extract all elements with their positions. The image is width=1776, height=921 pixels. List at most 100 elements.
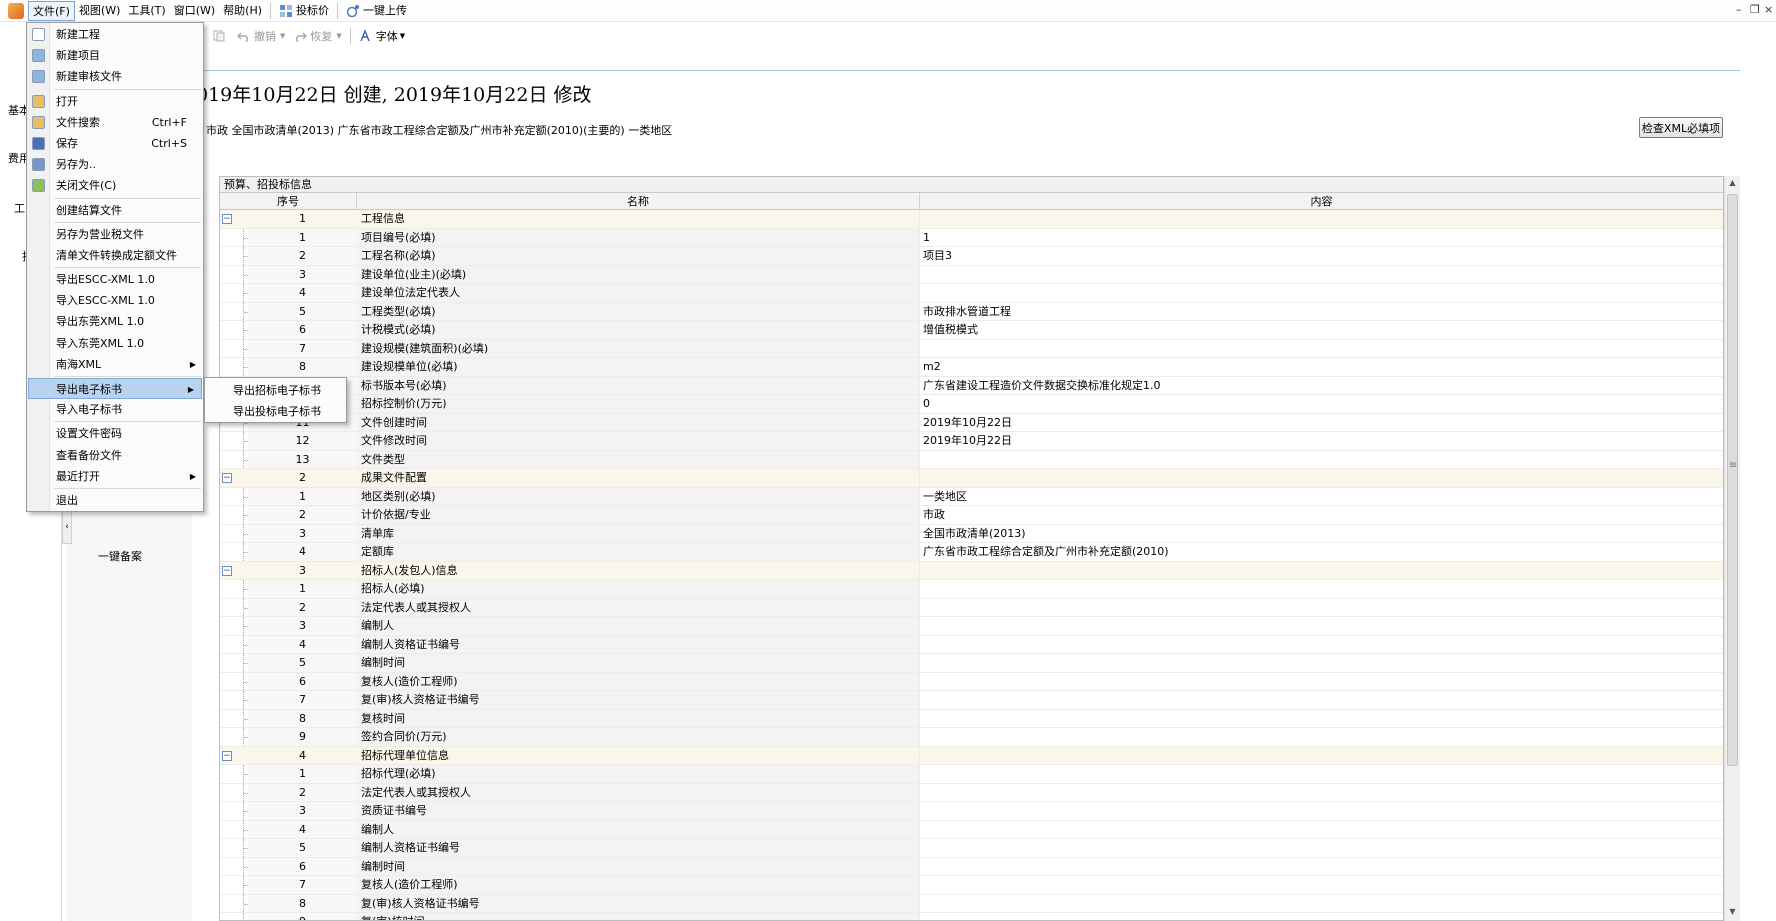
menu-item-export-bidding-bid[interactable]: 导出投标电子标书 (205, 401, 346, 422)
undo-button[interactable]: 撤销 ▼ (233, 26, 289, 46)
table-row[interactable]: 6 计税模式(必填) 增值税模式 (220, 321, 1723, 340)
menu-item[interactable]: 导入电子标书 (27, 399, 203, 420)
table-row[interactable]: 5 编制时间 (220, 654, 1723, 673)
cell-content[interactable] (920, 599, 1723, 617)
vertical-scrollbar[interactable]: ▲ ≡ ▼ (1724, 176, 1740, 921)
collapse-group-icon[interactable]: − (222, 214, 232, 224)
cell-content[interactable]: 广东省建设工程造价文件数据交换标准化规定1.0 (920, 377, 1723, 395)
table-row[interactable]: 9标书版本号(必填)广东省建设工程造价文件数据交换标准化规定1.0 (220, 376, 1723, 395)
cell-content[interactable] (920, 728, 1723, 746)
cell-content[interactable]: 一类地区 (920, 488, 1723, 506)
group-row[interactable]: − 1 工程信息 (220, 210, 1723, 229)
table-row[interactable]: 9复(审)核时间 (220, 913, 1723, 920)
menu-item[interactable]: 清单文件转换成定额文件 (27, 245, 203, 266)
table-row[interactable]: 9 签约合同价(万元) (220, 728, 1723, 747)
column-header-seq[interactable]: 序号 (220, 193, 357, 209)
cell-content[interactable] (920, 691, 1723, 709)
cell-content[interactable] (920, 784, 1723, 802)
column-header-content[interactable]: 内容 (920, 193, 1723, 209)
menu-item[interactable]: 保存 Ctrl+S (27, 133, 203, 154)
table-row[interactable]: 5 工程类型(必填) 市政排水管道工程 (220, 302, 1723, 321)
menu-file[interactable]: 文件(F) (28, 0, 75, 21)
table-row[interactable]: 2 工程名称(必填) 项目3 (220, 247, 1723, 266)
menu-help[interactable]: 帮助(H) (219, 1, 266, 21)
one-click-record-link[interactable]: 一键备案 (98, 548, 142, 564)
minimize-button[interactable]: – (1736, 3, 1742, 16)
one-click-upload-button[interactable]: 一键上传 (342, 1, 411, 21)
menu-tools[interactable]: 工具(T) (124, 1, 169, 21)
table-row[interactable]: 1 地区类别(必填) 一类地区 (220, 487, 1723, 506)
table-row[interactable]: 4 建设单位法定代表人 (220, 284, 1723, 303)
close-button[interactable]: × (1764, 3, 1773, 16)
scrollbar-thumb[interactable] (1727, 194, 1738, 766)
check-xml-required-button[interactable]: 检查XML必填项 (1639, 117, 1723, 138)
table-row[interactable]: 4 编制人 (220, 820, 1723, 839)
table-row[interactable]: 3 清单库 全国市政清单(2013) (220, 524, 1723, 543)
undo-dropdown-icon[interactable]: ▼ (280, 32, 285, 40)
table-row[interactable]: 2 法定代表人或其授权人 (220, 783, 1723, 802)
cell-content[interactable] (920, 580, 1723, 598)
table-row[interactable]: 4 编制人资格证书编号 (220, 635, 1723, 654)
group-row[interactable]: − 2 成果文件配置 (220, 469, 1723, 488)
cell-content[interactable]: 2019年10月22日 (920, 432, 1723, 450)
cell-content[interactable] (920, 617, 1723, 635)
table-row[interactable]: 7 复核人(造价工程师) (220, 876, 1723, 895)
collapse-group-icon[interactable]: − (222, 565, 232, 576)
group-row[interactable]: − 3 招标人(发包人)信息 (220, 561, 1723, 580)
table-row[interactable]: 1 招标代理(必填) (220, 765, 1723, 784)
menu-item[interactable]: 打开 (27, 91, 203, 112)
cell-content[interactable]: m2 (920, 358, 1723, 376)
bid-price-button[interactable]: 投标价 (275, 1, 333, 21)
cell-content[interactable] (920, 710, 1723, 728)
cell-content[interactable]: 1 (920, 229, 1723, 247)
cell-content[interactable]: 广东省市政工程综合定额及广州市补充定额(2010) (920, 543, 1723, 561)
group-row[interactable]: − 4 招标代理单位信息 (220, 746, 1723, 765)
cell-content[interactable]: 增值税模式 (920, 321, 1723, 339)
cell-content[interactable]: 0 (920, 395, 1723, 413)
cell-content[interactable] (920, 469, 1723, 487)
table-row[interactable]: 8 建设规模单位(必填) m2 (220, 358, 1723, 377)
cell-content[interactable]: 市政排水管道工程 (920, 303, 1723, 321)
left-label-project[interactable]: 工 (14, 200, 25, 216)
cell-content[interactable]: 全国市政清单(2013) (920, 525, 1723, 543)
cell-content[interactable] (920, 895, 1723, 913)
table-row[interactable]: 3 建设单位(业主)(必填) (220, 265, 1723, 284)
cell-content[interactable]: 项目3 (920, 247, 1723, 265)
table-row[interactable]: 2 计价依据/专业 市政 (220, 506, 1723, 525)
table-row[interactable]: 2 法定代表人或其授权人 (220, 598, 1723, 617)
table-row[interactable]: 4 定额库 广东省市政工程综合定额及广州市补充定额(2010) (220, 543, 1723, 562)
menu-item[interactable]: 关闭文件(C) (27, 175, 203, 196)
menu-item[interactable]: 导入ESCC-XML 1.0 (27, 290, 203, 311)
font-button[interactable]: 字体 ▼ (355, 26, 409, 46)
cell-content[interactable] (920, 913, 1723, 920)
cell-content[interactable]: 2019年10月22日 (920, 414, 1723, 432)
column-header-name[interactable]: 名称 (357, 193, 920, 209)
cell-content[interactable] (920, 562, 1723, 580)
cell-content[interactable] (920, 876, 1723, 894)
scroll-down-icon[interactable]: ▼ (1725, 907, 1740, 919)
cell-content[interactable] (920, 636, 1723, 654)
redo-dropdown-icon[interactable]: ▼ (336, 32, 341, 40)
menu-item[interactable]: 设置文件密码 (27, 423, 203, 444)
table-row[interactable]: 11文件创建时间2019年10月22日 (220, 413, 1723, 432)
table-row[interactable]: 7 建设规模(建筑面积)(必填) (220, 339, 1723, 358)
collapse-panel-handle[interactable]: ‹ (62, 510, 72, 544)
cell-content[interactable] (920, 802, 1723, 820)
collapse-group-icon[interactable]: − (222, 473, 232, 483)
cell-content[interactable] (920, 765, 1723, 783)
cell-content[interactable]: 市政 (920, 506, 1723, 524)
table-row[interactable]: 6 复核人(造价工程师) (220, 672, 1723, 691)
menu-item[interactable]: 导出电子标书 ▶ (28, 378, 202, 400)
table-row[interactable]: 5 编制人资格证书编号 (220, 839, 1723, 858)
copy-button[interactable] (208, 26, 233, 46)
cell-content[interactable] (920, 839, 1723, 857)
table-row[interactable]: 7 复(审)核人资格证书编号 (220, 691, 1723, 710)
cell-content[interactable] (920, 284, 1723, 302)
cell-content[interactable] (920, 821, 1723, 839)
cell-content[interactable] (920, 266, 1723, 284)
menu-window[interactable]: 窗口(W) (170, 1, 219, 21)
table-row[interactable]: 13 文件类型 (220, 450, 1723, 469)
menu-view[interactable]: 视图(W) (75, 1, 124, 21)
menu-item-export-tender-bid[interactable]: 导出招标电子标书 (205, 380, 346, 401)
table-row[interactable]: 3 资质证书编号 (220, 802, 1723, 821)
